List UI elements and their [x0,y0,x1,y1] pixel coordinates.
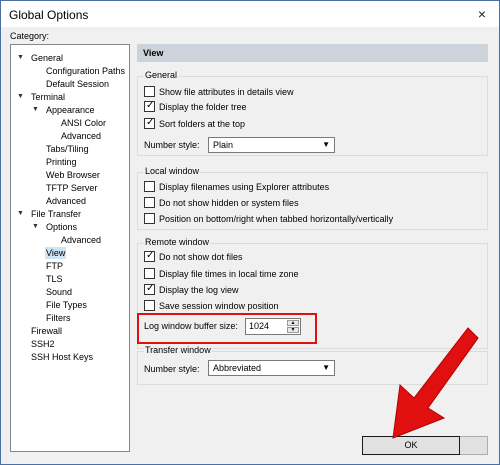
arrow-icon [392,327,479,439]
annotation-arrow [392,327,479,439]
